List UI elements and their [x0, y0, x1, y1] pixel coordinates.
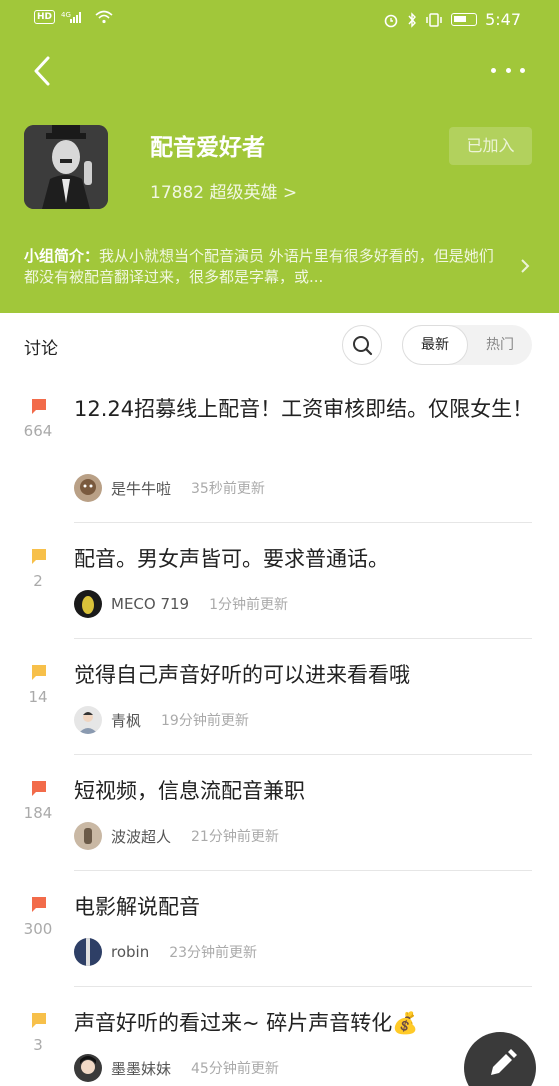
avatar[interactable] — [74, 1054, 102, 1082]
post-title: 电影解说配音 — [74, 895, 200, 919]
divider — [74, 638, 532, 639]
post-meta: robin 23分钟前更新 — [74, 938, 257, 966]
avatar[interactable] — [74, 938, 102, 966]
update-time: 19分钟前更新 — [161, 713, 249, 729]
flag-icon — [32, 665, 46, 680]
vibrate-icon — [426, 12, 442, 27]
avatar[interactable] — [74, 706, 102, 734]
post-count: 664 — [23, 422, 53, 440]
search-icon — [353, 336, 373, 356]
avatar[interactable] — [74, 822, 102, 850]
group-intro[interactable]: 小组简介：我从小就想当个配音演员 外语片里有很多好看的，但是她们都没有被配音翻译… — [24, 246, 504, 288]
signal-icon: 4G — [61, 11, 82, 23]
post-count: 184 — [23, 804, 53, 822]
flag-icon — [32, 781, 46, 796]
group-avatar-image — [24, 125, 108, 209]
update-time: 1分钟前更新 — [209, 597, 289, 613]
post-item[interactable]: 2 配音。男女声皆可。要求普通话。 MECO 719 1分钟前更新 — [0, 547, 559, 664]
more-icon[interactable] — [491, 60, 525, 80]
post-item[interactable]: 664 12.24招募线上配音！工资审核即结。仅限女生！ 是牛牛啦 35秒前更新 — [0, 397, 559, 514]
flag-icon — [32, 897, 46, 912]
joined-button[interactable]: 已加入 — [449, 127, 532, 165]
update-time: 35秒前更新 — [191, 481, 265, 497]
user-name[interactable]: 波波超人 — [111, 826, 171, 847]
chevron-right-icon[interactable] — [519, 256, 531, 276]
update-time: 21分钟前更新 — [191, 829, 279, 845]
svg-text:4G: 4G — [61, 11, 71, 19]
avatar[interactable] — [74, 590, 102, 618]
flag-icon — [32, 1013, 46, 1028]
post-count: 300 — [23, 920, 53, 938]
user-name[interactable]: 墨墨妹妹 — [111, 1058, 171, 1079]
group-name: 配音爱好者 — [150, 135, 265, 161]
tab-hot[interactable]: 热门 — [470, 325, 530, 365]
post-meta: 波波超人 21分钟前更新 — [74, 822, 279, 850]
user-name[interactable]: 青枫 — [111, 710, 141, 731]
post-meta: 是牛牛啦 35秒前更新 — [74, 474, 265, 502]
update-time: 23分钟前更新 — [169, 945, 258, 961]
post-item[interactable]: 14 觉得自己声音好听的可以进来看看哦 青枫 19分钟前更新 — [0, 663, 559, 780]
avatar[interactable] — [74, 474, 102, 502]
status-right: 5:47 — [383, 10, 521, 29]
flag-icon — [32, 399, 46, 414]
group-avatar[interactable] — [24, 125, 108, 209]
alarm-icon — [384, 14, 398, 27]
divider — [74, 986, 532, 987]
divider — [74, 754, 532, 755]
group-members-link[interactable]: 17882 超级英雄 > — [150, 178, 297, 203]
user-name[interactable]: 是牛牛啦 — [111, 478, 171, 499]
hd-icon: HD — [34, 10, 56, 24]
compose-button[interactable] — [464, 1032, 536, 1086]
post-count: 2 — [33, 572, 43, 590]
back-arrow-icon[interactable] — [28, 54, 58, 88]
post-meta: MECO 719 1分钟前更新 — [74, 590, 288, 618]
post-item[interactable]: 300 电影解说配音 robin 23分钟前更新 — [0, 895, 559, 1012]
tab-latest[interactable]: 最新 — [402, 325, 468, 365]
search-button[interactable] — [342, 325, 382, 365]
post-meta: 青枫 19分钟前更新 — [74, 706, 249, 734]
pencil-icon — [491, 1049, 517, 1075]
post-title: 配音。男女声皆可。要求普通话。 — [74, 547, 389, 571]
battery-icon — [451, 13, 478, 26]
flag-icon — [32, 549, 46, 564]
divider — [74, 870, 532, 871]
group-header: HD 4G 5:47 配音爱好者 17882 超级英雄 > 已加入 小组简介：我… — [0, 0, 559, 313]
status-left: HD 4G — [34, 10, 113, 24]
status-time: 5:47 — [485, 10, 521, 29]
divider — [74, 522, 532, 523]
post-title: 觉得自己声音好听的可以进来看看哦 — [74, 663, 410, 687]
post-meta: 墨墨妹妹 45分钟前更新 — [74, 1054, 279, 1082]
intro-label: 小组简介： — [24, 247, 100, 265]
status-bar: HD 4G 5:47 — [0, 0, 559, 40]
user-name[interactable]: MECO 719 — [111, 595, 189, 613]
discussion-title: 讨论 — [24, 339, 58, 359]
user-name[interactable]: robin — [111, 943, 149, 961]
bluetooth-icon — [408, 11, 417, 28]
post-title: 短视频，信息流配音兼职 — [74, 779, 305, 803]
wifi-icon — [95, 10, 113, 24]
post-title: 12.24招募线上配音！工资审核即结。仅限女生！ — [74, 397, 534, 421]
post-count: 14 — [28, 688, 48, 706]
update-time: 45分钟前更新 — [191, 1061, 279, 1077]
post-count: 3 — [33, 1036, 43, 1054]
post-item[interactable]: 184 短视频，信息流配音兼职 波波超人 21分钟前更新 — [0, 779, 559, 896]
